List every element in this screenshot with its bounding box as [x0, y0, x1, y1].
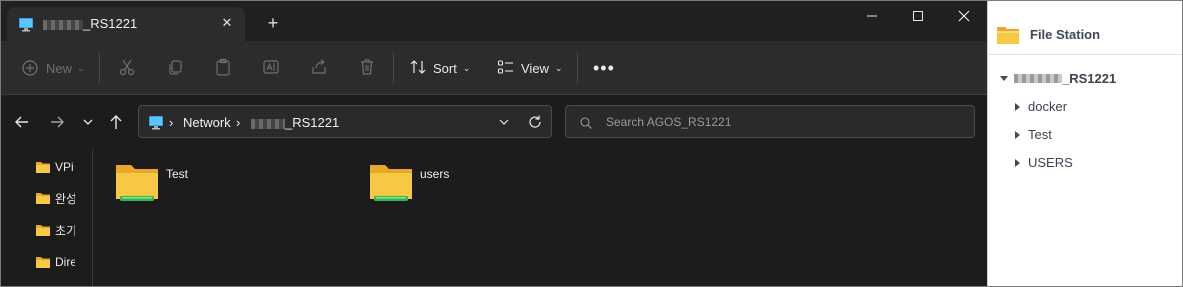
computer-icon	[18, 16, 34, 32]
recent-locations-chevron-icon[interactable]	[80, 113, 100, 133]
chevron-down-icon: ⌄	[462, 62, 471, 73]
nav-folder-label: 초기	[55, 223, 75, 238]
nav-folder-label: Dire	[55, 255, 75, 269]
breadcrumb-separator-icon: ›	[236, 115, 241, 130]
tab-title-text: _RS1221	[83, 16, 138, 31]
chevron-down-icon: ⌄	[554, 62, 563, 73]
tab-network-location[interactable]: _RS1221 ✕	[7, 7, 245, 41]
separator	[393, 53, 394, 83]
collapsed-caret-icon[interactable]	[1015, 158, 1020, 167]
separator	[99, 53, 100, 83]
rename-icon	[262, 58, 280, 79]
chevron-down-icon: ⌄	[77, 62, 85, 73]
view-button[interactable]: View ⌄	[497, 55, 563, 81]
new-button[interactable]: New ⌄	[21, 55, 85, 81]
copy-icon	[166, 58, 184, 79]
scissors-icon	[118, 58, 136, 79]
navigation-pane: VPi 완성 초기 Dire	[1, 149, 93, 286]
plus-circle-icon	[21, 59, 39, 77]
breadcrumb-host[interactable]: _RS1221	[251, 115, 339, 130]
address-dropdown-chevron-icon[interactable]	[497, 115, 511, 134]
minimize-icon[interactable]	[849, 1, 895, 31]
redacted-hostname	[251, 118, 285, 129]
share-icon	[310, 58, 328, 79]
tree-root-label: _RS1221	[1062, 71, 1117, 86]
refresh-icon[interactable]	[527, 114, 543, 135]
nav-folder-item[interactable]: 초기	[35, 220, 75, 240]
view-list-icon	[497, 58, 515, 79]
up-arrow-icon[interactable]	[107, 113, 127, 133]
trash-icon	[358, 58, 376, 79]
tree-item-test[interactable]: Test	[1015, 127, 1052, 142]
paste-button[interactable]	[214, 55, 232, 81]
address-row: › Network › _RS1221 Search AGOS_RS1221	[1, 95, 987, 149]
search-placeholder: Search AGOS_RS1221	[606, 115, 732, 129]
file-station-header: File Station	[988, 15, 1182, 55]
redacted-hostname	[43, 19, 83, 30]
search-box[interactable]: Search AGOS_RS1221	[565, 105, 975, 138]
folder-icon	[36, 225, 50, 236]
nav-folder-item[interactable]: VPi	[35, 157, 75, 177]
nav-folder-label: VPi	[55, 160, 74, 174]
computer-icon	[147, 114, 165, 135]
address-bar[interactable]: › Network › _RS1221	[138, 105, 552, 138]
tab-title: _RS1221	[43, 16, 137, 31]
tree-item-docker[interactable]: docker	[1015, 99, 1067, 114]
file-explorer-window: _RS1221 ✕ + New ⌄ Sort ⌄ View ⌄ ••• › Ne…	[1, 1, 987, 286]
title-bar: _RS1221 ✕ +	[1, 1, 987, 41]
sort-button-label: Sort	[433, 60, 457, 76]
tree-item-users[interactable]: USERS	[1015, 155, 1073, 170]
tree-item-label: Test	[1028, 127, 1052, 142]
expanded-caret-icon[interactable]	[1000, 76, 1008, 81]
nav-folder-item[interactable]: 완성	[35, 188, 75, 208]
tree-item-label: docker	[1028, 99, 1068, 114]
folder-icon	[36, 162, 50, 173]
file-station-title: File Station	[1030, 27, 1101, 42]
screen: _RS1221 ✕ + New ⌄ Sort ⌄ View ⌄ ••• › Ne…	[0, 0, 1183, 287]
view-button-label: View	[521, 60, 549, 76]
forward-arrow-icon[interactable]	[48, 113, 68, 133]
close-tab-icon[interactable]: ✕	[217, 13, 237, 33]
maximize-icon[interactable]	[895, 1, 941, 31]
sort-button[interactable]: Sort ⌄	[409, 55, 470, 81]
breadcrumb-host-text: _RS1221	[285, 115, 340, 130]
file-station-panel: File Station _RS1221 docker Test USERS	[987, 1, 1182, 286]
clipboard-icon	[214, 58, 232, 79]
shared-folder-icon[interactable]	[368, 161, 414, 208]
nav-folder-item[interactable]: Dire	[35, 252, 75, 272]
new-tab-icon[interactable]: +	[261, 11, 285, 35]
folder-icon	[36, 257, 50, 268]
collapsed-caret-icon[interactable]	[1015, 102, 1020, 111]
nav-folder-label: 완성	[55, 191, 75, 206]
folder-label-users[interactable]: users	[420, 167, 449, 181]
new-button-label: New	[46, 60, 73, 76]
close-window-icon[interactable]	[941, 1, 987, 31]
cut-button[interactable]	[118, 55, 136, 81]
breadcrumb-separator-icon: ›	[169, 115, 174, 130]
command-bar: New ⌄ Sort ⌄ View ⌄ •••	[1, 41, 987, 95]
share-button[interactable]	[310, 55, 328, 81]
collapsed-caret-icon[interactable]	[1015, 130, 1020, 139]
sort-arrows-icon	[409, 58, 427, 79]
rename-button[interactable]	[262, 55, 280, 81]
folder-icon	[36, 193, 50, 204]
file-station-folder-icon	[996, 23, 1020, 52]
folder-label-test[interactable]: Test	[166, 167, 188, 181]
copy-button[interactable]	[166, 55, 184, 81]
file-list: Test users	[94, 149, 987, 286]
back-arrow-icon[interactable]	[13, 113, 33, 133]
separator	[577, 53, 578, 83]
shared-folder-icon[interactable]	[114, 161, 160, 208]
see-more-icon[interactable]: •••	[593, 55, 615, 81]
tree-root-node[interactable]: _RS1221	[1000, 71, 1116, 86]
breadcrumb-network[interactable]: Network	[183, 115, 231, 130]
tree-item-label: USERS	[1028, 155, 1073, 170]
search-icon	[580, 116, 592, 134]
redacted-hostname	[1014, 74, 1062, 83]
delete-button[interactable]	[358, 55, 376, 81]
